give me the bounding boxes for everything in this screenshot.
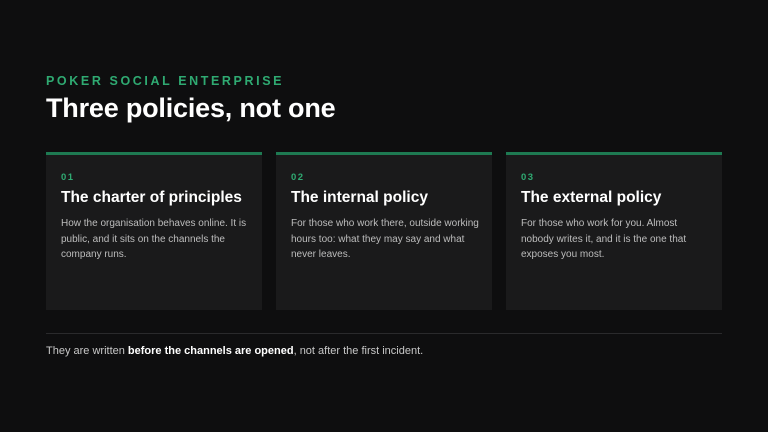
footer-emphasis: before the channels are opened [127,345,294,357]
card-number: 02 [291,172,305,183]
card-body: For those who work there, outside workin… [291,218,479,260]
footer-text-after: , not after the first incident. [293,345,424,357]
policy-card-internal: 02 The internal policy For those who wor… [276,152,492,310]
card-body: For those who work for you. Almost nobod… [521,218,687,260]
card-body: How the organisation behaves online. It … [61,218,247,260]
page-title: Three policies, not one [46,93,336,123]
divider [46,333,722,334]
card-number: 01 [61,172,75,183]
policy-card-external: 03 The external policy For those who wor… [506,152,722,310]
card-heading: The external policy [521,189,662,206]
footer-note: They are written before the channels are… [46,345,423,357]
policy-cards: 01 The charter of principles How the org… [46,152,722,310]
footer-text-before: They are written [46,345,128,357]
policy-card-charter: 01 The charter of principles How the org… [46,152,262,310]
section-kicker: POKER SOCIAL ENTERPRISE [46,74,285,88]
slide: POKER SOCIAL ENTERPRISE Three policies, … [46,0,722,432]
card-heading: The internal policy [291,189,428,206]
card-number: 03 [521,172,535,183]
card-heading: The charter of principles [61,189,242,206]
